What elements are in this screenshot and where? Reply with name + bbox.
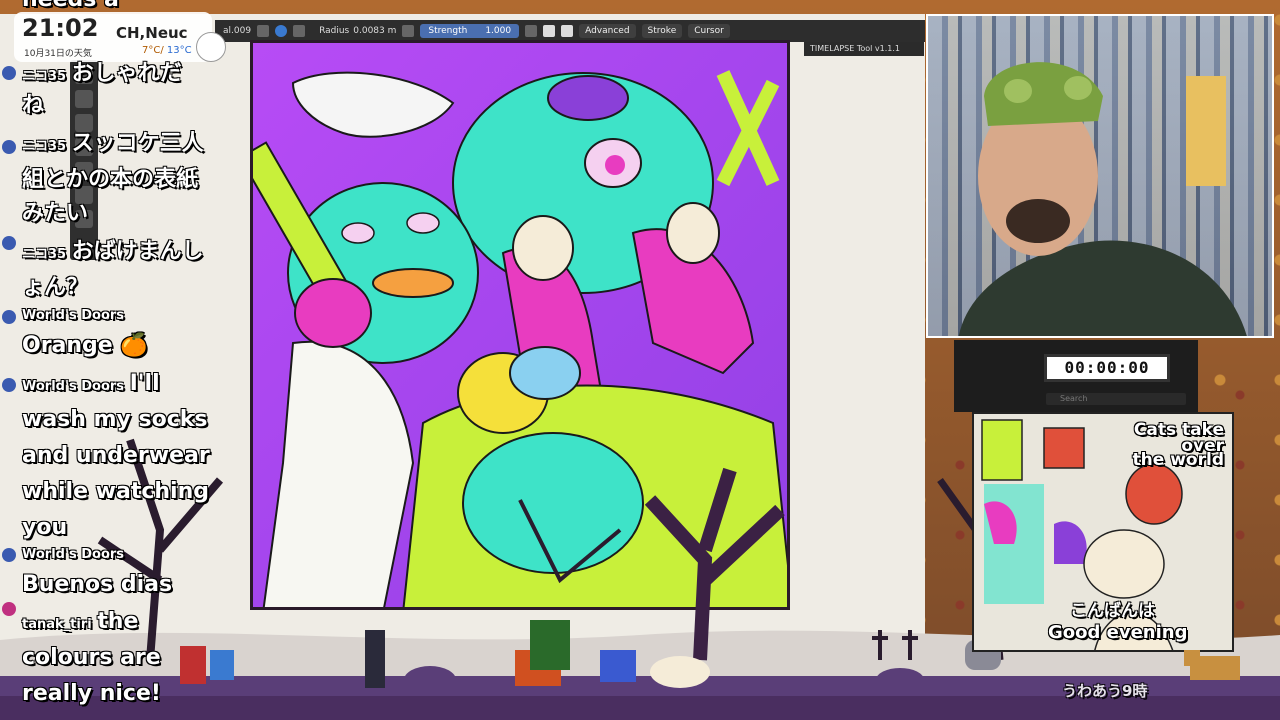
falloff-icon[interactable] <box>543 25 556 37</box>
advanced-dropdown[interactable]: Advanced <box>579 24 636 38</box>
stroke-dropdown[interactable]: Stroke <box>641 24 683 38</box>
chat-text: おばけまんし <box>71 239 204 264</box>
radius-value: 0.0083 m <box>353 26 397 36</box>
brush-settings-icon[interactable] <box>257 25 270 37</box>
chat-line: and underwear <box>22 443 210 468</box>
pen-pressure-icon[interactable] <box>402 25 415 37</box>
chat-line: while watching <box>22 479 209 504</box>
chat-avatar <box>2 310 16 324</box>
chat-author: World's Doors <box>22 308 125 323</box>
streamer-figure <box>958 62 1247 336</box>
strength-value: 1.000 <box>485 26 512 36</box>
chat-line: needs a <box>22 0 119 18</box>
search-input[interactable]: Search <box>1046 393 1186 405</box>
chat-message: tanak_tiri the <box>22 604 138 640</box>
chat-line: you <box>22 515 68 540</box>
stopwatch-display: 00:00:00 <box>1044 354 1170 382</box>
greeting-english: Good evening <box>1048 622 1188 643</box>
chat-line: ね <box>22 93 45 118</box>
pixel-characters <box>180 620 710 688</box>
chat-line: colours are <box>22 645 161 670</box>
bottom-caption: うわあう9時 <box>1062 682 1148 700</box>
radius-label: Radius <box>319 26 350 36</box>
chat-author: ニコ35 <box>22 69 67 84</box>
chat-line: みたい <box>22 201 89 226</box>
chat-line: 組とかの本の表紙 <box>22 167 199 192</box>
chat-line: ょん？ <box>22 275 89 300</box>
chat-avatar <box>2 602 16 616</box>
pixel-cat <box>1184 650 1240 680</box>
color-picker-icon[interactable] <box>275 25 288 37</box>
chat-avatar <box>2 140 16 154</box>
brush-toolbar: al.009 Radius 0.0083 m Strength 1.000 Ad… <box>215 20 925 42</box>
webcam-feed <box>926 14 1274 338</box>
chat-avatar <box>2 378 16 392</box>
chat-text: Orange 🍊 <box>22 333 148 358</box>
strength-label: Strength <box>428 26 468 36</box>
timelapse-tool-tab[interactable]: TIMELAPSE Tool v1.1.1 <box>804 42 924 56</box>
chat-line: really nice! <box>22 681 161 706</box>
chat-text: Buenos dias <box>22 572 173 597</box>
chat-text: I'll <box>129 371 160 396</box>
timelapse-label: TIMELAPSE Tool v1.1.1 <box>810 44 900 53</box>
preview-title-3: the world <box>1132 450 1224 470</box>
chat-author: ニコ35 <box>22 139 67 154</box>
chat-message: ニコ35 おしゃれだ <box>22 56 182 92</box>
chat-text: おしゃれだ <box>71 61 182 86</box>
cursor-dropdown[interactable]: Cursor <box>688 24 730 38</box>
chat-avatar <box>2 548 16 562</box>
chat-text: スッコケ三人 <box>71 131 204 156</box>
chat-line: wash my socks <box>22 407 208 432</box>
mask-icon[interactable] <box>561 25 574 37</box>
chat-message: World's Doors I'll <box>22 366 160 402</box>
chat-author: tanak_tiri <box>22 617 92 632</box>
greeting-japanese: こんばんは <box>1070 601 1155 621</box>
strength-slider[interactable]: Strength 1.000 <box>420 24 520 38</box>
chat-avatar <box>2 236 16 250</box>
brush-icon[interactable] <box>293 25 306 37</box>
chat-text: the <box>97 609 139 634</box>
chat-author: ニコ35 <box>22 247 67 262</box>
chat-author: World's Doors <box>22 547 125 562</box>
pen-pressure-strength-icon[interactable] <box>525 25 538 37</box>
chat-avatar <box>2 66 16 80</box>
chat-message: ニコ35 スッコケ三人 <box>22 126 204 162</box>
radius-field[interactable]: Radius 0.0083 m <box>319 26 396 36</box>
chat-overlay: needs a ニコ35 おしゃれだ ね ニコ35 スッコケ三人 組とかの本の表… <box>0 0 240 720</box>
chat-author: World's Doors <box>22 379 125 394</box>
chat-message: ニコ35 おばけまんし <box>22 234 204 270</box>
